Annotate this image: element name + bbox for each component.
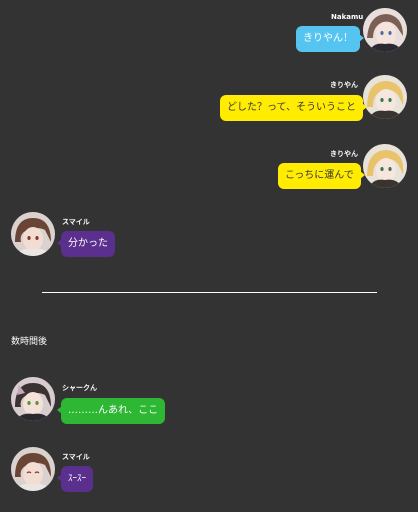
message-bubble[interactable]: ｽｰｽｰ bbox=[56, 466, 94, 492]
sender-name: きりやん bbox=[330, 150, 358, 158]
time-skip-text: 数時間後 bbox=[11, 337, 48, 347]
shark-avatar[interactable] bbox=[11, 377, 55, 421]
sender-name: スマイル bbox=[62, 453, 90, 461]
sender-name: スマイル bbox=[62, 218, 90, 226]
sender-name: Nakamu bbox=[331, 13, 364, 21]
message-bubble[interactable]: きりやん！ bbox=[296, 26, 364, 52]
kiriyan-avatar[interactable] bbox=[363, 144, 407, 188]
sender-name: シャークん bbox=[62, 384, 97, 392]
message-bubble[interactable]: ………んあれ、ここ bbox=[56, 398, 166, 424]
kiriyan-avatar[interactable] bbox=[363, 75, 407, 119]
nakamu-avatar[interactable] bbox=[363, 8, 407, 52]
divider bbox=[42, 292, 377, 293]
chat-screen: Nakamu きりやん！ きりやん どした？って、そういうこと きりやん こっち… bbox=[0, 0, 418, 512]
sender-name: きりやん bbox=[330, 81, 358, 89]
message-bubble[interactable]: こっちに運んで bbox=[278, 163, 365, 189]
smile-avatar[interactable] bbox=[11, 447, 55, 491]
message-bubble[interactable]: 分かった bbox=[57, 231, 115, 257]
message-bubble[interactable]: どした？って、そういうこと bbox=[220, 95, 367, 121]
smile-avatar[interactable] bbox=[11, 212, 55, 256]
